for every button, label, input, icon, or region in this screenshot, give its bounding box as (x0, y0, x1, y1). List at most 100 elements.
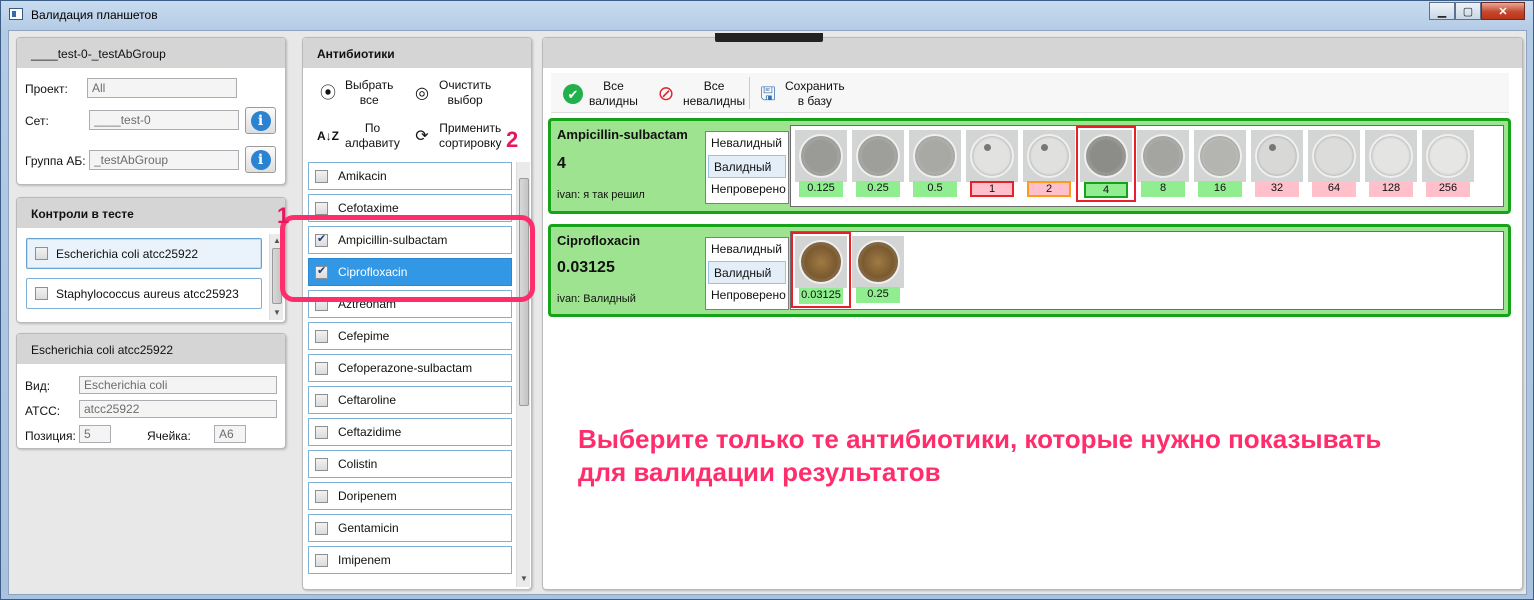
well-concentration: 0.5 (913, 181, 957, 197)
control-item[interactable]: Staphylococcus aureus atcc25923 (26, 278, 262, 309)
controls-panel: Контроли в тесте Escherichia coli atcc25… (16, 197, 286, 323)
antibiotic-item[interactable]: Cefepime (308, 322, 512, 350)
clear-selection-label: Очистить выбор (439, 78, 492, 107)
well-thumbnail[interactable]: 0.5 (909, 130, 961, 198)
minimize-icon: ▁ (1437, 5, 1447, 18)
project-field[interactable] (87, 78, 237, 98)
antibiotics-panel-title: Антибиотики (303, 38, 531, 68)
antibiotic-checkbox[interactable] (315, 361, 328, 375)
result-mic: 0.03125 (557, 259, 615, 276)
splitter-handle[interactable] (715, 33, 823, 42)
status-option-unchecked[interactable]: Непроверено (706, 178, 788, 201)
antibiotic-checkbox[interactable] (315, 457, 328, 471)
well-concentration: 64 (1312, 181, 1356, 197)
antibiotic-checkbox[interactable] (315, 553, 328, 567)
status-list: Невалидный Валидный Непроверено (705, 131, 789, 204)
info-icon: i (250, 110, 271, 131)
block-icon: ⊘ (657, 82, 675, 105)
antibiotic-item[interactable]: Colistin (308, 450, 512, 478)
well-image (1194, 130, 1246, 182)
atcc-label: ATCC: (25, 404, 61, 418)
well-image (1422, 130, 1474, 182)
antibiotic-checkbox[interactable] (315, 169, 328, 183)
all-invalid-label: Все невалидны (683, 79, 746, 108)
well-thumbnail[interactable]: 64 (1308, 130, 1360, 198)
antibiotic-label: Cefotaxime (338, 201, 399, 215)
well-thumbnail[interactable]: 256 (1422, 130, 1474, 198)
antibiotic-checkbox[interactable] (315, 521, 328, 535)
main-window: Валидация планшетов ▁ ▢ ✕ ____test-0-_te… (0, 0, 1534, 600)
well-thumbnail[interactable]: 0.03125 (791, 232, 851, 308)
atcc-field[interactable] (79, 400, 277, 418)
clear-selection-button[interactable]: ◎ Очистить выбор (411, 78, 491, 108)
antibiotic-checkbox[interactable] (315, 489, 328, 503)
well-thumbnail[interactable]: 8 (1137, 130, 1189, 198)
set-info-button[interactable]: i (245, 107, 276, 134)
antibiotic-item[interactable]: Imipenem (308, 546, 512, 574)
group-field[interactable] (89, 150, 239, 170)
control-checkbox[interactable] (35, 287, 48, 300)
status-option-invalid[interactable]: Невалидный (706, 132, 788, 155)
well-concentration: 0.25 (856, 181, 900, 197)
species-field[interactable] (79, 376, 277, 394)
antibiotic-label: Doripenem (338, 489, 397, 503)
well-thumbnail[interactable]: 32 (1251, 130, 1303, 198)
well-image (1308, 130, 1360, 182)
well-thumbnail[interactable]: 1 (966, 130, 1018, 198)
save-disk-icon: 🖫 (760, 83, 776, 104)
close-button[interactable]: ✕ (1481, 2, 1525, 20)
position-field[interactable] (79, 425, 111, 443)
antibiotic-item[interactable]: Doripenem (308, 482, 512, 510)
antibiotic-checkbox[interactable] (315, 425, 328, 439)
status-option-valid[interactable]: Валидный (708, 261, 786, 284)
test-panel: ____test-0-_testAbGroup Проект: Сет: i Г… (16, 37, 286, 185)
apply-sort-button[interactable]: ⟳ Применить сортировку (411, 121, 501, 151)
instruction-line-1: Выберите только те антибиотики, которые … (578, 424, 1382, 454)
wells-strip: 0.125 0.25 0.5 1 2 4 8 16 32 64 128 256 (790, 125, 1504, 207)
well-image (795, 130, 847, 182)
antibiotic-item[interactable]: Amikacin (308, 162, 512, 190)
set-field[interactable] (89, 110, 239, 130)
antibiotic-item[interactable]: Ceftazidime (308, 418, 512, 446)
group-info-button[interactable]: i (245, 146, 276, 173)
status-option-valid[interactable]: Валидный (708, 155, 786, 178)
well-thumbnail[interactable]: 0.25 (852, 130, 904, 198)
result-antibiotic: Ampicillin-sulbactam (557, 127, 688, 142)
select-all-button[interactable]: ⦿ Выбрать все (317, 78, 393, 108)
position-label: Позиция: (25, 429, 76, 443)
refresh-icon: ⟳ (415, 127, 429, 145)
all-valid-button[interactable]: ✔ Все валидны (563, 79, 638, 109)
antibiotic-item[interactable]: Ceftaroline (308, 386, 512, 414)
antibiotic-checkbox[interactable] (315, 393, 328, 407)
well-concentration: 0.25 (856, 287, 900, 303)
antibiotic-checkbox[interactable] (315, 201, 328, 215)
well-thumbnail[interactable]: 128 (1365, 130, 1417, 198)
well-thumbnail[interactable]: 0.25 (852, 236, 904, 304)
sort-az-icon: A↓Z (317, 128, 339, 143)
scroll-down-icon: ▼ (520, 574, 528, 583)
well-image (1365, 130, 1417, 182)
well-thumbnail[interactable]: 0.125 (795, 130, 847, 198)
maximize-button[interactable]: ▢ (1455, 2, 1481, 20)
controls-panel-title: Контроли в тесте (17, 198, 285, 228)
minimize-button[interactable]: ▁ (1429, 2, 1455, 20)
cell-label: Ячейка: (147, 429, 191, 443)
save-button[interactable]: 🖫 Сохранить в базу (757, 79, 844, 109)
status-option-invalid[interactable]: Невалидный (706, 238, 788, 261)
well-thumbnail[interactable]: 2 (1023, 130, 1075, 198)
well-thumbnail[interactable]: 16 (1194, 130, 1246, 198)
antibiotic-item[interactable]: Cefoperazone-sulbactam (308, 354, 512, 382)
antibiotic-checkbox[interactable] (315, 329, 328, 343)
cell-field[interactable] (214, 425, 246, 443)
info-icon: i (250, 149, 271, 170)
well-concentration: 0.125 (799, 181, 843, 197)
control-checkbox[interactable] (35, 247, 48, 260)
results-panel: ✔ Все валидны ⊘ Все невалидны 🖫 Сохранит… (542, 33, 1523, 590)
sort-alpha-button[interactable]: A↓Z По алфавиту (317, 121, 400, 151)
control-item[interactable]: Escherichia coli atcc25922 (26, 238, 262, 269)
antibiotic-item[interactable]: Gentamicin (308, 514, 512, 542)
all-invalid-button[interactable]: ⊘ Все невалидны (655, 79, 746, 109)
antibiotic-label: Gentamicin (338, 521, 399, 535)
well-thumbnail[interactable]: 4 (1076, 126, 1136, 202)
status-option-unchecked[interactable]: Непроверено (706, 284, 788, 307)
